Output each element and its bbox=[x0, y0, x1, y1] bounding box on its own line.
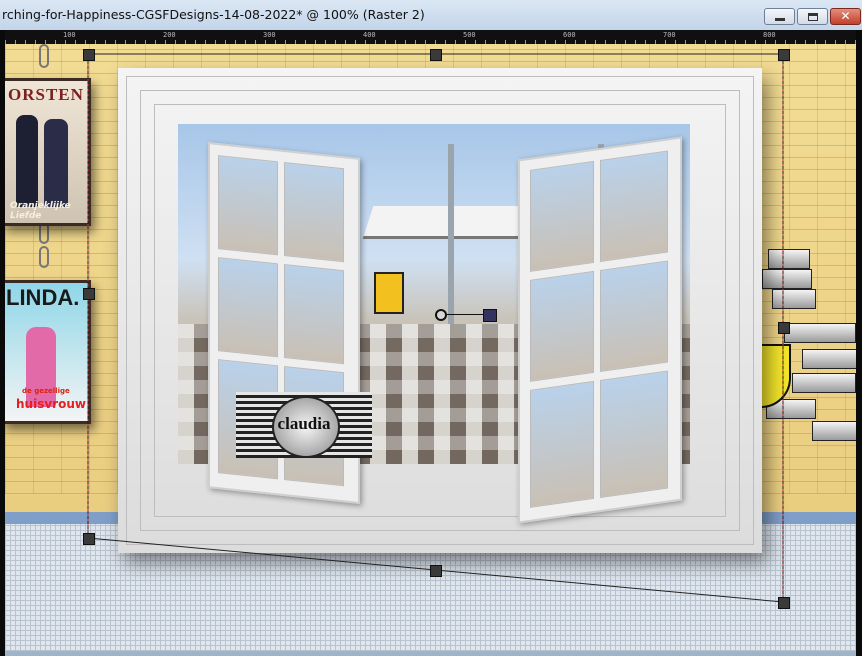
bounding-box-outline bbox=[87, 53, 784, 603]
horizontal-ruler[interactable]: 100 200 300 400 500 600 700 800 bbox=[5, 30, 856, 44]
close-icon: ✕ bbox=[840, 9, 851, 23]
minimize-button[interactable] bbox=[764, 8, 795, 25]
maximize-icon bbox=[808, 13, 818, 21]
title-bar: rching-for-Happiness-CGSFDesigns-14-08-2… bbox=[0, 0, 862, 31]
transform-handle-left[interactable] bbox=[83, 288, 95, 300]
window-title: rching-for-Happiness-CGSFDesigns-14-08-2… bbox=[2, 7, 425, 22]
transform-handle-bottom-right[interactable] bbox=[778, 597, 790, 609]
transform-handle-top[interactable] bbox=[430, 49, 442, 61]
transform-handle-bottom[interactable] bbox=[430, 565, 442, 577]
ruler-label: 400 bbox=[363, 31, 376, 39]
maximize-button[interactable] bbox=[797, 8, 828, 25]
transform-handle-top-left[interactable] bbox=[83, 49, 95, 61]
image-canvas[interactable]: ORSTEN Oranjeklijke Liefde LINDA. de gez… bbox=[5, 44, 856, 651]
close-button[interactable]: ✕ bbox=[830, 8, 861, 25]
ruler-label: 100 bbox=[63, 31, 76, 39]
transform-handle-bottom-left[interactable] bbox=[83, 533, 95, 545]
ruler-label: 300 bbox=[263, 31, 276, 39]
minimize-icon bbox=[775, 18, 785, 21]
ruler-label: 600 bbox=[563, 31, 576, 39]
ruler-label: 800 bbox=[763, 31, 776, 39]
pick-tool-bounding-box bbox=[87, 53, 784, 603]
ruler-label: 200 bbox=[163, 31, 176, 39]
ruler-label: 500 bbox=[463, 31, 476, 39]
ruler-label: 700 bbox=[663, 31, 676, 39]
transform-handle-right[interactable] bbox=[778, 322, 790, 334]
transform-handle-top-right[interactable] bbox=[778, 49, 790, 61]
window-border-right bbox=[856, 30, 862, 656]
